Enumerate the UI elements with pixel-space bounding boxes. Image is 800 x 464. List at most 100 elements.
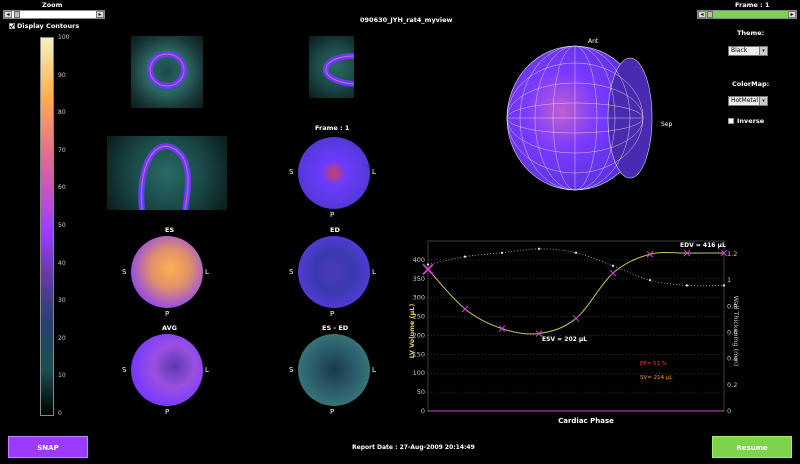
ant-label: Ant (588, 38, 599, 45)
thickening-point (537, 247, 541, 251)
theme-label: Theme: (737, 29, 765, 37)
colorbar-tick-label: 10 (58, 372, 66, 380)
colorbar-tick-label: 20 (58, 334, 66, 342)
chart-grid (427, 240, 725, 412)
inverse-label: Inverse (737, 117, 765, 125)
short-axis-slice-image (131, 36, 203, 108)
es-label: ES (165, 226, 175, 234)
colorbar-tick-label: 50 (58, 222, 66, 229)
orient-l-label: L (205, 268, 209, 276)
orient-l-label: L (372, 268, 376, 276)
orient-p-label: P (330, 211, 335, 219)
thickening-curve (427, 248, 725, 287)
thickening-point (611, 264, 615, 268)
thickening-markers (426, 247, 726, 287)
orient-l-label: L (372, 366, 376, 374)
resume-button[interactable]: Resume (712, 436, 792, 458)
thickening-point (463, 255, 467, 258)
zoom-label: Zoom (42, 1, 63, 9)
volume-point (498, 325, 506, 332)
colorbar-tick-label: 100 (58, 34, 70, 41)
sv-annotation: SV= 214 μL (640, 375, 673, 381)
vertical-long-axis-slice-image (309, 36, 355, 98)
y2-tick-label: 0.2 (727, 381, 737, 389)
chevron-down-icon: ▾ (759, 47, 767, 55)
es-ed-label: ES - ED (322, 324, 349, 332)
y2-tick-label: 1 (727, 276, 731, 284)
frame-slider-thumb[interactable] (707, 11, 713, 18)
edv-annotation: EDV = 416 μL (680, 242, 726, 249)
thickening-point (426, 263, 430, 266)
polar-map-es (131, 236, 203, 308)
volume-curve (427, 251, 725, 335)
chevron-down-icon: ▾ (759, 97, 767, 105)
polar-map-es-ed (298, 334, 370, 406)
chart-y2label: Wall Thickening (mm) (732, 296, 740, 367)
colorbar-tick-label: 90 (58, 71, 66, 79)
chart-xlabel: Cardiac Phase (558, 417, 614, 425)
orient-p-label: P (330, 408, 335, 416)
zoom-left-arrow-icon[interactable]: ◂ (4, 11, 12, 18)
colorbar-tick-label: 30 (58, 297, 66, 305)
colorbar-tick-label: 70 (58, 146, 66, 154)
orient-p-label: P (165, 408, 170, 416)
colorbar-tick-label: 60 (58, 184, 66, 192)
orient-s-label: S (289, 168, 294, 176)
orient-s-label: S (122, 268, 127, 276)
orient-p-label: P (165, 310, 170, 318)
display-contours-checkbox[interactable] (9, 23, 15, 29)
polar-map-frame (298, 137, 370, 209)
y-tick-label: 400 (413, 256, 425, 264)
sep-label: Sep (661, 121, 673, 128)
ef-annotation: EF= 51 % (640, 361, 667, 367)
colorbar-tick-label: 40 (58, 259, 66, 267)
vertical-long-axis-contour (322, 53, 355, 87)
colorbar-tick-label: 80 (58, 109, 66, 117)
lv-3d-view[interactable] (495, 38, 675, 198)
chart-ylabel: LV Volume (μL) (408, 304, 416, 359)
orient-l-label: L (205, 366, 209, 374)
frame-slider[interactable]: ◂ ▸ (697, 10, 797, 19)
thickening-point (685, 284, 689, 287)
zoom-slider-thumb[interactable] (14, 11, 20, 18)
chart-frame (427, 240, 725, 412)
orient-s-label: S (289, 268, 294, 276)
y-tick-label: 50 (417, 388, 425, 396)
header-frame-label: Frame : 1 (735, 1, 770, 9)
short-axis-contour (147, 51, 187, 89)
thickening-point (648, 279, 652, 282)
zoom-right-arrow-icon[interactable]: ▸ (96, 11, 104, 18)
thickening-point (574, 251, 578, 254)
orient-p-label: P (330, 310, 335, 318)
colormap-label: ColorMap: (732, 80, 770, 88)
theme-value: Black (731, 47, 748, 54)
thickening-point (722, 284, 726, 287)
y2-tick-label: 0 (727, 407, 731, 415)
y-tick-label: 300 (413, 294, 425, 302)
inverse-checkbox[interactable] (728, 118, 734, 124)
y-tick-label: 100 (413, 369, 425, 377)
zoom-slider[interactable]: ◂ ▸ (3, 10, 105, 19)
y-tick-label: 0 (421, 407, 425, 415)
esv-annotation: ESV = 202 μL (542, 336, 587, 343)
report-date: Report Date : 27-Aug-2009 20:14:49 (352, 444, 475, 451)
polar-map-avg (131, 334, 203, 406)
thickening-point (500, 251, 504, 254)
orient-s-label: S (122, 366, 127, 374)
avg-label: AVG (162, 324, 177, 332)
colormap-select[interactable]: HotMetal ▾ (728, 96, 768, 106)
check-icon (10, 24, 14, 28)
app-title: 090630_JYH_rat4_myview (360, 16, 453, 24)
volume-point (609, 269, 617, 277)
snap-button[interactable]: SNAP (8, 436, 88, 458)
orient-l-label: L (372, 168, 376, 176)
frame-right-arrow-icon[interactable]: ▸ (788, 11, 796, 18)
display-contours-label: Display Contours (17, 22, 80, 30)
volume-chart: 050100150200250300350400 00.20.40.60.811… (408, 240, 740, 425)
frame-left-arrow-icon[interactable]: ◂ (698, 11, 706, 18)
ed-label: ED (330, 226, 340, 234)
colorbar-tick-label: 0 (58, 410, 62, 417)
theme-select[interactable]: Black ▾ (728, 46, 768, 56)
volume-point (461, 305, 469, 313)
colorbar (40, 37, 54, 416)
